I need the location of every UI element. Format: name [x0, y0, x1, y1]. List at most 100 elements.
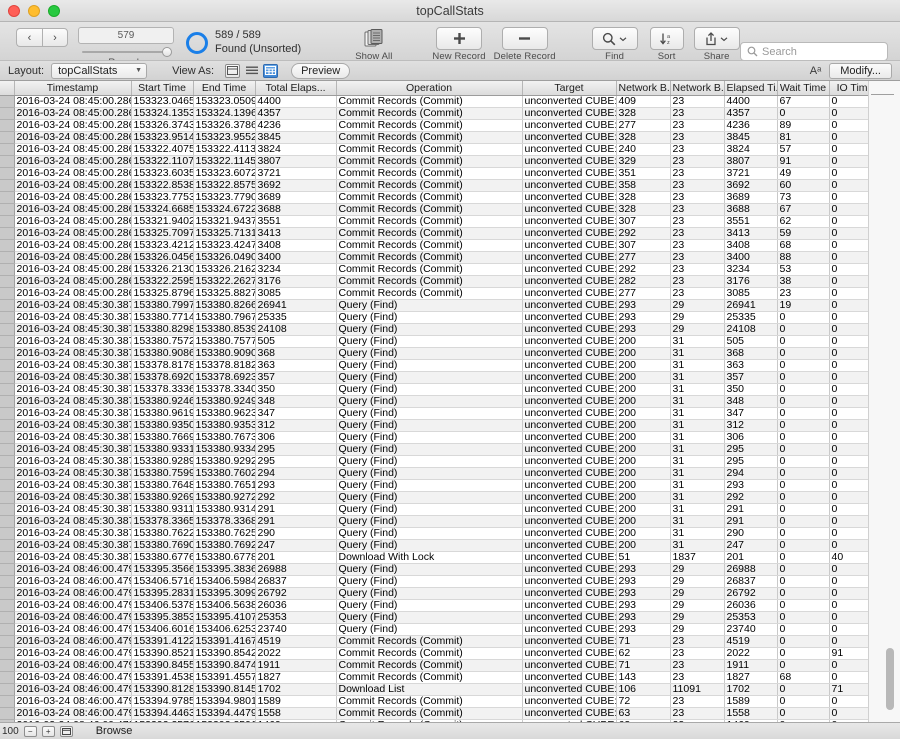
- cell-target[interactable]: unconverted CUBE::: [522, 431, 616, 443]
- column-header-io-time[interactable]: IO Time: [829, 81, 868, 95]
- show-all-button[interactable]: [356, 27, 392, 50]
- cell-wait-time[interactable]: 60: [777, 179, 829, 191]
- cell-total-elapsed[interactable]: 1911: [255, 659, 336, 671]
- cell-wait-time[interactable]: 38: [777, 275, 829, 287]
- cell-target[interactable]: unconverted CUBE::: [522, 311, 616, 323]
- cell-elapsed-time[interactable]: 23740: [724, 623, 777, 635]
- table-row[interactable]: 2016-03-24 08:45:00.286153324.6685153324…: [0, 203, 868, 215]
- cell-target[interactable]: unconverted CUBE::: [522, 287, 616, 299]
- cell-io-time[interactable]: 0: [829, 311, 868, 323]
- cell-elapsed-time[interactable]: 26036: [724, 599, 777, 611]
- cell-wait-time[interactable]: 0: [777, 107, 829, 119]
- cell-total-elapsed[interactable]: 26036: [255, 599, 336, 611]
- table-row[interactable]: 2016-03-24 08:45:00.286153325.7097153325…: [0, 227, 868, 239]
- cell-wait-time[interactable]: 0: [777, 335, 829, 347]
- cell-timestamp[interactable]: 2016-03-24 08:45:00.286: [14, 167, 131, 179]
- row-selector[interactable]: [0, 335, 14, 347]
- table-row[interactable]: 2016-03-24 08:45:30.387153380.7714153380…: [0, 311, 868, 323]
- cell-wait-time[interactable]: 0: [777, 659, 829, 671]
- cell-operation[interactable]: Query (Find): [336, 383, 522, 395]
- cell-network-bytes-in[interactable]: 200: [616, 347, 670, 359]
- cell-target[interactable]: unconverted CUBE::: [522, 491, 616, 503]
- cell-start-time[interactable]: 153391.4538: [131, 671, 193, 683]
- cell-target[interactable]: unconverted CUBE::: [522, 527, 616, 539]
- cell-elapsed-time[interactable]: 295: [724, 443, 777, 455]
- cell-total-elapsed[interactable]: 293: [255, 479, 336, 491]
- cell-io-time[interactable]: 0: [829, 191, 868, 203]
- cell-timestamp[interactable]: 2016-03-24 08:45:30.387: [14, 455, 131, 467]
- cell-network-bytes-in[interactable]: 328: [616, 131, 670, 143]
- cell-start-time[interactable]: 153378.6920: [131, 371, 193, 383]
- cell-total-elapsed[interactable]: 306: [255, 431, 336, 443]
- row-selector[interactable]: [0, 107, 14, 119]
- table-row[interactable]: 2016-03-24 08:45:00.286153323.4212153323…: [0, 239, 868, 251]
- cell-network-bytes-out[interactable]: 23: [670, 635, 724, 647]
- cell-elapsed-time[interactable]: 290: [724, 527, 777, 539]
- cell-network-bytes-in[interactable]: 292: [616, 263, 670, 275]
- row-selector[interactable]: [0, 419, 14, 431]
- cell-elapsed-time[interactable]: 247: [724, 539, 777, 551]
- cell-io-time[interactable]: 0: [829, 455, 868, 467]
- cell-target[interactable]: unconverted CUBE::: [522, 695, 616, 707]
- cell-end-time[interactable]: 153380.7625: [193, 527, 255, 539]
- table-row[interactable]: 2016-03-24 08:46:00.479153390.8455153390…: [0, 659, 868, 671]
- row-selector[interactable]: [0, 575, 14, 587]
- table-row[interactable]: 2016-03-24 08:45:00.286153324.1353153324…: [0, 107, 868, 119]
- cell-operation[interactable]: Commit Records (Commit): [336, 251, 522, 263]
- cell-elapsed-time[interactable]: 3824: [724, 143, 777, 155]
- cell-network-bytes-in[interactable]: 200: [616, 395, 670, 407]
- cell-timestamp[interactable]: 2016-03-24 08:45:30.387: [14, 515, 131, 527]
- cell-network-bytes-in[interactable]: 72: [616, 695, 670, 707]
- cell-elapsed-time[interactable]: 291: [724, 503, 777, 515]
- cell-network-bytes-in[interactable]: 277: [616, 119, 670, 131]
- row-selector[interactable]: [0, 263, 14, 275]
- cell-end-time[interactable]: 153392.3591: [193, 719, 255, 722]
- cell-wait-time[interactable]: 0: [777, 515, 829, 527]
- cell-network-bytes-out[interactable]: 31: [670, 347, 724, 359]
- cell-operation[interactable]: Query (Find): [336, 311, 522, 323]
- row-selector[interactable]: [0, 443, 14, 455]
- minimize-window-icon[interactable]: [28, 5, 40, 17]
- table-row[interactable]: 2016-03-24 08:45:30.387153380.7622153380…: [0, 527, 868, 539]
- cell-total-elapsed[interactable]: 3400: [255, 251, 336, 263]
- cell-target[interactable]: unconverted CUBE::: [522, 275, 616, 287]
- table-row[interactable]: 2016-03-24 08:45:30.387153380.9311153380…: [0, 503, 868, 515]
- cell-timestamp[interactable]: 2016-03-24 08:45:00.286: [14, 191, 131, 203]
- cell-total-elapsed[interactable]: 3721: [255, 167, 336, 179]
- column-header-network-bytes-in[interactable]: Network B...: [616, 81, 670, 95]
- cell-network-bytes-out[interactable]: 31: [670, 515, 724, 527]
- row-selector[interactable]: [0, 671, 14, 683]
- cell-elapsed-time[interactable]: 201: [724, 551, 777, 563]
- cell-io-time[interactable]: 0: [829, 695, 868, 707]
- cell-io-time[interactable]: 0: [829, 287, 868, 299]
- cell-start-time[interactable]: 153380.7669: [131, 431, 193, 443]
- cell-target[interactable]: unconverted CUBE::: [522, 239, 616, 251]
- cell-io-time[interactable]: 0: [829, 119, 868, 131]
- table-row[interactable]: 2016-03-24 08:45:00.286153323.9514153323…: [0, 131, 868, 143]
- cell-operation[interactable]: Commit Records (Commit): [336, 239, 522, 251]
- cell-io-time[interactable]: 0: [829, 515, 868, 527]
- cell-target[interactable]: unconverted CUBE::: [522, 215, 616, 227]
- cell-elapsed-time[interactable]: 348: [724, 395, 777, 407]
- cell-timestamp[interactable]: 2016-03-24 08:46:00.479: [14, 671, 131, 683]
- cell-wait-time[interactable]: 62: [777, 215, 829, 227]
- chevron-down-icon[interactable]: [720, 36, 728, 42]
- cell-network-bytes-out[interactable]: 23: [670, 107, 724, 119]
- cell-elapsed-time[interactable]: 505: [724, 335, 777, 347]
- cell-start-time[interactable]: 153322.1107: [131, 155, 193, 167]
- cell-target[interactable]: unconverted CUBE::: [522, 131, 616, 143]
- cell-start-time[interactable]: 153378.3365: [131, 515, 193, 527]
- cell-network-bytes-in[interactable]: 51: [616, 551, 670, 563]
- cell-total-elapsed[interactable]: 2022: [255, 647, 336, 659]
- cell-network-bytes-out[interactable]: 31: [670, 443, 724, 455]
- cell-end-time[interactable]: 153380.9623: [193, 407, 255, 419]
- cell-network-bytes-out[interactable]: 31: [670, 407, 724, 419]
- cell-operation[interactable]: Query (Find): [336, 299, 522, 311]
- cell-operation[interactable]: Query (Find): [336, 575, 522, 587]
- cell-wait-time[interactable]: 0: [777, 683, 829, 695]
- cell-timestamp[interactable]: 2016-03-24 08:46:00.479: [14, 599, 131, 611]
- toggle-status-area-button[interactable]: [60, 726, 73, 737]
- cell-network-bytes-out[interactable]: 23: [670, 143, 724, 155]
- cell-network-bytes-out[interactable]: 31: [670, 527, 724, 539]
- cell-total-elapsed[interactable]: 247: [255, 539, 336, 551]
